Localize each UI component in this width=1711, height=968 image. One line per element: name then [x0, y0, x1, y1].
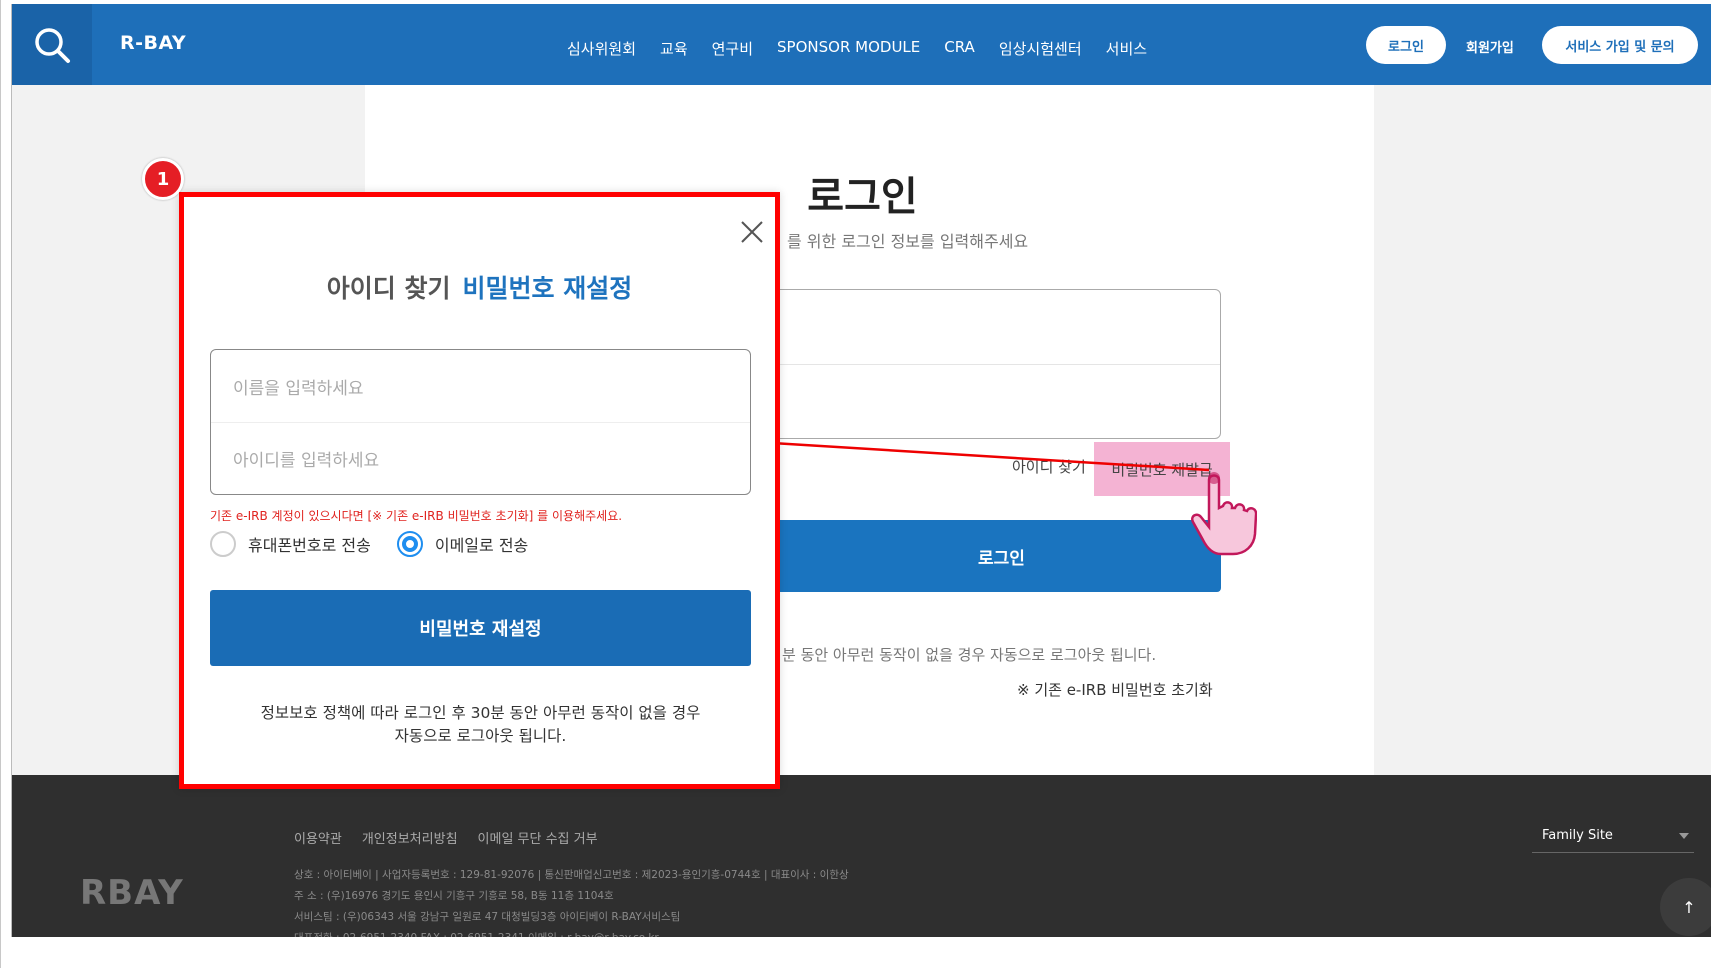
radio-email[interactable]: [396, 531, 423, 557]
footer: 이용약관 개인정보처리방침 이메일 무단 수집 거부 상호 : 아이티베이 | …: [12, 775, 1711, 937]
id-input[interactable]: 아이디를 입력하세요: [233, 446, 379, 471]
nav-item[interactable]: 심사위원회: [567, 38, 636, 59]
modal-tabs: 아이디 찾기 비밀번호 재설정: [184, 269, 775, 305]
tab-reset-password[interactable]: 비밀번호 재설정: [463, 274, 633, 303]
login-button[interactable]: 로그인: [712, 520, 1221, 592]
nav-item[interactable]: SPONSOR MODULE: [777, 38, 920, 59]
modal-fields: 이름을 입력하세요 아이디를 입력하세요: [210, 349, 751, 495]
login-fields[interactable]: [712, 289, 1221, 439]
nav-item[interactable]: 서비스: [1106, 38, 1147, 59]
arrow-up-icon: ↑: [1682, 897, 1696, 917]
field-divider: [211, 422, 750, 423]
close-icon[interactable]: [739, 219, 765, 245]
modal-logout-notice: 정보보호 정책에 따라 로그인 후 30분 동안 아무런 동작이 없을 경우 자…: [210, 702, 751, 748]
footer-links: 이용약관 개인정보처리방침 이메일 무단 수집 거부: [294, 828, 598, 847]
footer-logo: RBAY: [80, 873, 184, 913]
eirb-reset-link[interactable]: ※ 기존 e-IRB 비밀번호 초기화: [1017, 679, 1213, 700]
nav-item[interactable]: 임상시험센터: [999, 38, 1082, 59]
header: R-BAY 심사위원회 교육 연구비 SPONSOR MODULE CRA 임상…: [12, 4, 1711, 85]
radio-phone-label[interactable]: 휴대폰번호로 전송: [248, 532, 371, 556]
nav-item[interactable]: 교육: [660, 38, 688, 59]
footer-link-email[interactable]: 이메일 무단 수집 거부: [478, 828, 598, 847]
radio-email-label[interactable]: 이메일로 전송: [435, 532, 528, 556]
footer-company-info: 상호 : 아이티베이 | 사업자등록번호 : 129-81-92076 | 통신…: [294, 865, 849, 937]
header-join-button[interactable]: 회원가입: [1466, 37, 1514, 56]
name-input[interactable]: 이름을 입력하세요: [233, 374, 364, 399]
logo[interactable]: R-BAY: [120, 32, 186, 54]
eirb-warning: 기존 e-IRB 계정이 있으시다면 [※ 기존 e-IRB 비밀번호 초기화]…: [210, 509, 623, 523]
send-method-radios: 휴대폰번호로 전송 이메일로 전송: [210, 531, 528, 557]
notice-line: 정보보호 정책에 따라 로그인 후 30분 동안 아무런 동작이 없을 경우: [260, 704, 701, 722]
scroll-top-button[interactable]: ↑: [1660, 878, 1711, 936]
nav-item[interactable]: CRA: [944, 38, 975, 59]
notice-line: 자동으로 로그아웃 됩니다.: [394, 727, 567, 745]
find-id-link[interactable]: 아이디 찾기: [1012, 456, 1086, 477]
footer-info-line: 상호 : 아이티베이 | 사업자등록번호 : 129-81-92076 | 통신…: [294, 869, 849, 881]
screenshot-frame: R-BAY 심사위원회 교육 연구비 SPONSOR MODULE CRA 임상…: [0, 0, 1711, 968]
header-login-button[interactable]: 로그인: [1366, 26, 1446, 64]
footer-info-line: 주 소 : (우)16976 경기도 용인시 기흥구 기흥로 58, B동 11…: [294, 890, 614, 902]
tab-find-id[interactable]: 아이디 찾기: [327, 274, 451, 303]
radio-phone[interactable]: [210, 531, 236, 557]
search-button[interactable]: [12, 4, 92, 85]
hand-pointer-icon: [1191, 472, 1257, 556]
reset-password-button[interactable]: 비밀번호 재설정: [210, 590, 751, 666]
main-nav: 심사위원회 교육 연구비 SPONSOR MODULE CRA 임상시험센터 서…: [567, 38, 1171, 59]
login-subtitle: 를 위한 로그인 정보를 입력해주세요: [787, 232, 1029, 251]
footer-info-line: 서비스팀 : (우)06343 서울 강남구 일원로 47 대청빌딩3층 아이티…: [294, 911, 681, 923]
search-icon: [35, 27, 70, 63]
logout-notice: 분 동안 아무런 동작이 없을 경우 자동으로 로그아웃 됩니다.: [782, 646, 1157, 664]
chevron-down-icon: [1679, 832, 1689, 839]
step-badge: 1: [142, 158, 184, 200]
reset-password-modal: 아이디 찾기 비밀번호 재설정 이름을 입력하세요 아이디를 입력하세요 기존 e…: [179, 192, 780, 789]
header-service-button[interactable]: 서비스 가입 및 문의: [1542, 26, 1698, 64]
family-site-label: Family Site: [1542, 828, 1613, 843]
field-divider: [713, 364, 1220, 365]
footer-info-line: 대표전화 : 02-6951-2340 FAX : 02-6951-2341 이…: [294, 928, 849, 937]
footer-link-terms[interactable]: 이용약관: [294, 828, 342, 847]
family-site-select[interactable]: Family Site: [1532, 819, 1694, 853]
footer-link-privacy[interactable]: 개인정보처리방침: [362, 828, 458, 847]
nav-item[interactable]: 연구비: [712, 38, 753, 59]
